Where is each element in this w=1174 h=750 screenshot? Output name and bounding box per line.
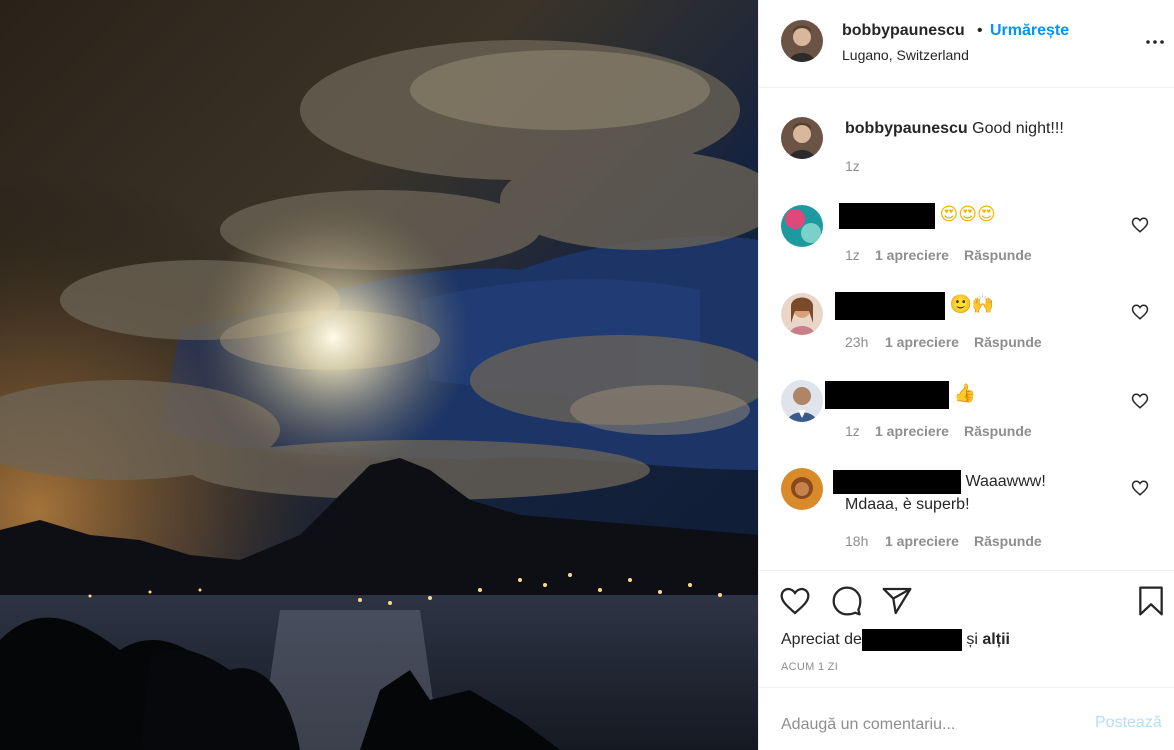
comment-emojis: 😍😍😍 (939, 204, 996, 226)
comment-likes[interactable]: 1 apreciere (885, 334, 959, 350)
comment-time[interactable]: 1z (845, 423, 860, 439)
small-heart-icon[interactable] (1131, 303, 1149, 321)
post-photo[interactable] (0, 0, 758, 750)
post-comment-button[interactable]: Postează (1095, 714, 1162, 732)
comment-avatar[interactable] (781, 293, 823, 335)
reply-button[interactable]: Răspunde (964, 423, 1032, 439)
reply-button[interactable]: Răspunde (964, 247, 1032, 263)
caption-avatar[interactable] (781, 117, 823, 159)
comment-time[interactable]: 18h (845, 533, 868, 549)
redacted-username (861, 629, 962, 651)
small-heart-icon[interactable] (1131, 216, 1149, 234)
reply-button[interactable]: Răspunde (974, 533, 1042, 549)
comment-likes[interactable]: 1 apreciere (885, 533, 959, 549)
heart-icon[interactable] (779, 585, 811, 617)
comment-time[interactable]: 1z (845, 247, 860, 263)
comment-time[interactable]: 23h (845, 334, 868, 350)
reply-button[interactable]: Răspunde (974, 334, 1042, 350)
post-timestamp[interactable]: ACUM 1 ZI (781, 661, 838, 673)
post-caption: bobbypaunescu Good night!!! (845, 120, 1064, 138)
comment-emojis: 🙂🙌 (949, 294, 995, 316)
comment-avatar[interactable] (781, 468, 823, 510)
comment-text: 😍😍😍 (839, 203, 996, 229)
small-heart-icon[interactable] (1131, 392, 1149, 410)
comment-text: Waaawww! (833, 470, 1046, 494)
post-actions: Apreciat de și alții ACUM 1 ZI (759, 570, 1174, 688)
liked-by-prefix: Apreciat de (781, 631, 862, 649)
liked-by-and: și (966, 631, 978, 649)
liked-by: Apreciat de și alții (781, 629, 1010, 651)
comment-text: 🙂🙌 (835, 292, 994, 320)
liked-by-others[interactable]: alții (982, 631, 1010, 648)
separator-dot: • (977, 22, 983, 39)
comment-line-2: Mdaaa, è superb! (845, 496, 970, 513)
post-side-panel: bobbypaunescu • Urmărește Lugano, Switze… (758, 0, 1174, 750)
comment-likes[interactable]: 1 apreciere (875, 423, 949, 439)
comment-avatar[interactable] (781, 380, 823, 422)
comment-emojis: 👍 (953, 383, 976, 405)
comment-line-1: Waaawww! (965, 473, 1046, 491)
redacted-username (833, 470, 961, 494)
redacted-username (839, 203, 935, 229)
author-avatar[interactable] (781, 20, 823, 62)
caption-text: Good night!!! (972, 120, 1064, 137)
follow-button[interactable]: Urmărește (990, 22, 1069, 40)
comment-text: 👍 (825, 381, 976, 409)
comment-likes[interactable]: 1 apreciere (875, 247, 949, 263)
redacted-username (825, 381, 949, 409)
author-username[interactable]: bobbypaunescu (842, 22, 965, 40)
small-heart-icon[interactable] (1131, 479, 1149, 497)
caption-username[interactable]: bobbypaunescu (845, 120, 968, 137)
comment-icon[interactable] (831, 585, 863, 617)
more-options-icon[interactable] (1143, 30, 1167, 54)
night-landscape-image (0, 0, 758, 750)
add-comment-input[interactable] (781, 712, 1081, 738)
post-location[interactable]: Lugano, Switzerland (842, 47, 969, 63)
comment-avatar[interactable] (781, 205, 823, 247)
bookmark-icon[interactable] (1135, 585, 1167, 617)
share-icon[interactable] (881, 585, 913, 617)
redacted-username (835, 292, 945, 320)
post-header: bobbypaunescu • Urmărește Lugano, Switze… (759, 0, 1174, 88)
caption-time[interactable]: 1z (845, 158, 860, 174)
